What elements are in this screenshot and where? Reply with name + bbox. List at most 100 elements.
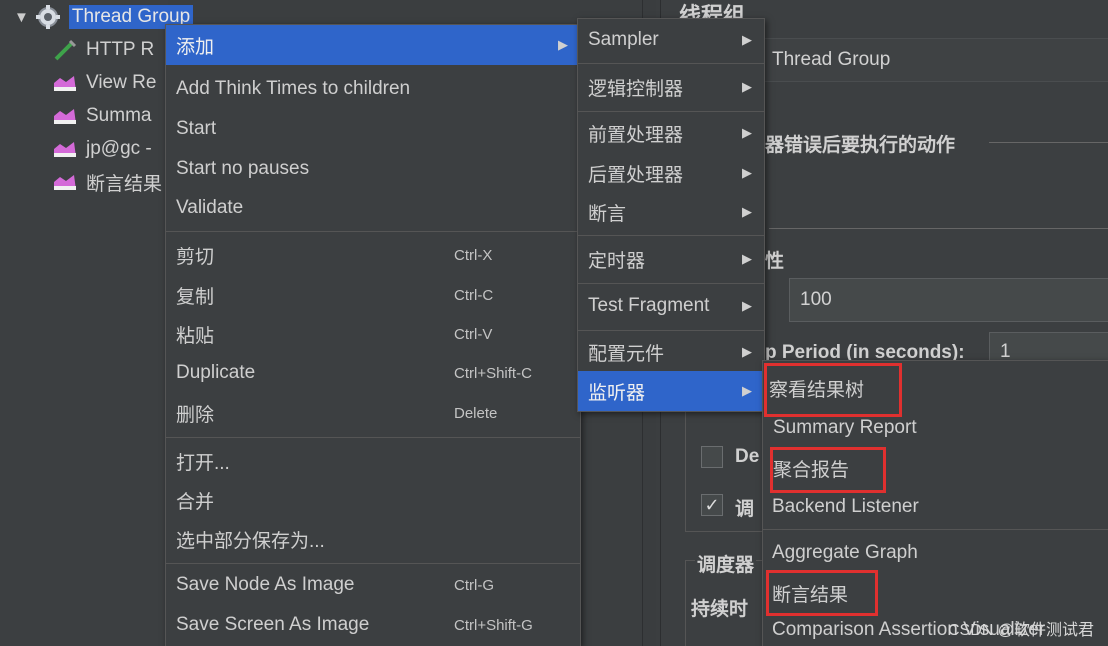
menu-item-label: 断言	[588, 203, 627, 225]
submenu-item-config-element[interactable]: 配置元件 ▶	[578, 332, 764, 372]
tree-node-assertion-results[interactable]: 断言结果	[52, 167, 162, 197]
divider	[989, 142, 1108, 143]
watermark: CSDN @软件测试君	[947, 622, 1094, 639]
menu-item-start-no-pauses[interactable]: Start no pauses	[166, 149, 580, 189]
submenu-item-test-fragment[interactable]: Test Fragment ▶	[578, 285, 764, 327]
menu-item-label: Test Fragment	[588, 295, 710, 316]
menu-item-label: 添加	[176, 36, 215, 58]
context-menu: 添加 ▶ Add Think Times to children Start S…	[165, 24, 581, 646]
highlight-box-assertion-results	[766, 570, 878, 616]
menu-item-paste[interactable]: 粘贴 Ctrl-V	[166, 314, 580, 354]
submenu-item-assertion[interactable]: 断言 ▶	[578, 192, 764, 232]
tree-node-label: Summa	[86, 105, 152, 126]
submenu-arrow-icon: ▶	[742, 125, 752, 140]
menu-item-label: Sampler	[588, 29, 659, 50]
submenu-arrow-icon: ▶	[742, 204, 752, 219]
menu-item-label: Backend Listener	[772, 496, 919, 517]
menu-item-delete[interactable]: 删除 Delete	[166, 393, 580, 433]
name-field[interactable]: Thread Group	[761, 38, 1108, 82]
submenu-arrow-icon: ▶	[742, 251, 752, 266]
menu-item-label: Add Think Times to children	[176, 78, 411, 99]
submenu-item-pre-processor[interactable]: 前置处理器 ▶	[578, 113, 764, 153]
menu-item-validate[interactable]: Validate	[166, 188, 580, 228]
menu-item-copy[interactable]: 复制 Ctrl-C	[166, 275, 580, 315]
menu-item-label: Start no pauses	[176, 158, 310, 179]
menu-item-add-think-times[interactable]: Add Think Times to children	[166, 69, 580, 109]
menu-item-label: 监听器	[588, 382, 646, 404]
expand-arrow-icon[interactable]: ▼	[14, 9, 29, 26]
submenu-arrow-icon: ▶	[742, 32, 752, 47]
menu-item-label: 后置处理器	[588, 164, 684, 186]
submenu-arrow-icon: ▶	[742, 298, 752, 313]
submenu-arrow-icon: ▶	[558, 37, 568, 52]
highlight-box-view-results-tree	[764, 363, 902, 417]
tree-node-label: View Re	[86, 72, 157, 93]
menu-item-label: 粘贴	[176, 325, 215, 347]
tree-node-jpgc[interactable]: jp@gc -	[52, 134, 152, 164]
highlight-box-aggregate-report	[770, 447, 886, 493]
menu-separator	[578, 330, 764, 331]
scheduler-checkbox[interactable]: ✓	[701, 494, 723, 516]
menu-item-save-selection-as[interactable]: 选中部分保存为...	[166, 519, 580, 559]
divider	[769, 228, 1108, 229]
menu-item-start[interactable]: Start	[166, 109, 580, 149]
menu-item-label: Duplicate	[176, 362, 256, 383]
submenu-item-backend-listener[interactable]: Backend Listener	[763, 488, 1108, 526]
menu-item-label: 前置处理器	[588, 124, 684, 146]
shortcut-label: Ctrl-C	[454, 286, 494, 304]
shortcut-label: Delete	[454, 404, 498, 422]
menu-separator	[166, 563, 580, 564]
threads-input[interactable]: 100	[789, 278, 1108, 322]
menu-separator	[166, 437, 580, 438]
menu-item-label: Save Screen As Image	[176, 614, 370, 635]
delay-checkbox[interactable]	[701, 446, 723, 468]
menu-separator	[166, 231, 580, 232]
menu-item-save-node-as-image[interactable]: Save Node As Image Ctrl-G	[166, 565, 580, 605]
menu-item-label: Save Node As Image	[176, 574, 355, 595]
menu-item-merge[interactable]: 合并	[166, 480, 580, 520]
menu-item-label: 逻辑控制器	[588, 78, 684, 100]
menu-item-label: Aggregate Graph	[772, 542, 918, 563]
menu-item-label: 定时器	[588, 250, 646, 272]
menu-separator	[578, 111, 764, 112]
submenu-item-sampler[interactable]: Sampler ▶	[578, 19, 764, 61]
tree-node-view-results[interactable]: View Re	[52, 68, 156, 98]
menu-item-label: 删除	[176, 404, 215, 426]
shortcut-label: Ctrl-G	[454, 576, 494, 594]
menu-item-label: 选中部分保存为...	[176, 530, 325, 552]
submenu-item-listener[interactable]: 监听器 ▶	[578, 371, 764, 411]
on-error-label: 器错误后要执行的动作	[765, 135, 956, 156]
menu-item-add[interactable]: 添加 ▶	[166, 25, 580, 65]
submenu-item-post-processor[interactable]: 后置处理器 ▶	[578, 153, 764, 193]
menu-item-label: 合并	[176, 491, 215, 513]
listener-graph-icon	[52, 136, 78, 162]
menu-item-save-screen-as-image[interactable]: Save Screen As Image Ctrl+Shift-G	[166, 605, 580, 645]
menu-separator	[763, 529, 1108, 530]
submenu-arrow-icon: ▶	[742, 79, 752, 94]
scheduler-label: 调度器	[695, 550, 757, 577]
menu-item-duplicate[interactable]: Duplicate Ctrl+Shift-C	[166, 353, 580, 393]
tree-node-http-request[interactable]: HTTP R	[52, 35, 154, 65]
submenu-arrow-icon: ▶	[742, 344, 752, 359]
tree-node-summary[interactable]: Summa	[52, 101, 151, 131]
menu-item-open[interactable]: 打开...	[166, 441, 580, 481]
submenu-item-logic-controller[interactable]: 逻辑控制器 ▶	[578, 66, 764, 108]
submenu-item-timer[interactable]: 定时器 ▶	[578, 238, 764, 280]
shortcut-label: Ctrl-X	[454, 246, 493, 264]
listener-graph-icon	[52, 169, 78, 195]
test-plan-tree: ▼ Thread Group HTTP R View Re Summa jp@g…	[0, 0, 194, 646]
menu-item-label: Start	[176, 118, 217, 139]
shortcut-label: Ctrl+Shift-C	[454, 364, 532, 382]
threads-label: 性	[765, 251, 785, 272]
tree-node-label: jp@gc -	[86, 138, 152, 159]
menu-item-label: Summary Report	[773, 417, 917, 438]
add-submenu: Sampler ▶ 逻辑控制器 ▶ 前置处理器 ▶ 后置处理器 ▶ 断言 ▶ 定时器 ▶ T…	[577, 18, 765, 412]
menu-separator	[578, 283, 764, 284]
menu-item-label: 配置元件	[588, 343, 665, 365]
shortcut-label: Ctrl-V	[454, 325, 493, 343]
shortcut-label: Ctrl+Shift-G	[454, 616, 533, 634]
submenu-item-aggregate-graph[interactable]: Aggregate Graph	[763, 534, 1108, 572]
submenu-arrow-icon: ▶	[742, 165, 752, 180]
duration-label: 持续时	[691, 599, 749, 620]
menu-item-cut[interactable]: 剪切 Ctrl-X	[166, 235, 580, 275]
